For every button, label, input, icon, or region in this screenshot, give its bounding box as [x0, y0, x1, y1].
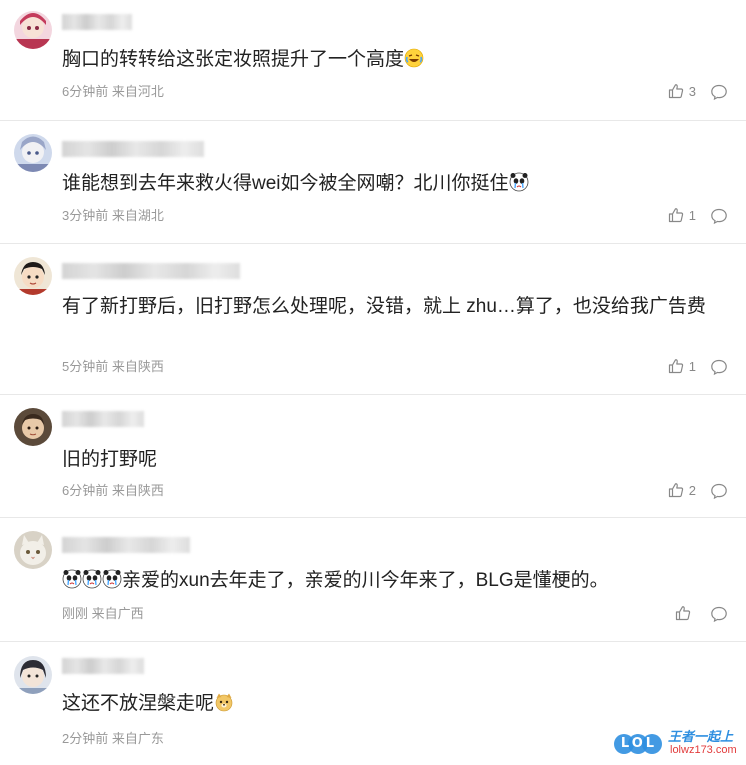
avatar[interactable] [14, 134, 52, 172]
comment-item: 亲爱的xun去年走了，亲爱的川今年来了，BLG是懂梗的。 刚刚 来自广西 [0, 517, 746, 642]
avatar[interactable] [14, 11, 52, 49]
thumbs-up-icon [668, 483, 683, 498]
reply-icon[interactable] [710, 482, 728, 500]
crying-panda-emoji [509, 172, 529, 201]
thumbs-up-icon [675, 606, 691, 621]
thumbs-up-icon [668, 84, 683, 99]
blurred-username [62, 263, 240, 279]
comment-text: 谁能想到去年来救火得wei如今被全网嘲？北川你挺住 [62, 169, 726, 201]
crying-panda-emoji [82, 569, 102, 598]
avatar[interactable] [14, 656, 52, 694]
like-count: 1 [688, 358, 696, 374]
blurred-username [62, 658, 144, 674]
watermark-logo: LOL [620, 736, 658, 751]
blurred-username [62, 14, 132, 30]
like-button[interactable] [675, 605, 696, 621]
watermark-brand: 王者一起上 [668, 729, 734, 744]
comment-meta: 6分钟前 来自陕西 [62, 483, 164, 498]
laughing-tears-emoji [404, 48, 424, 77]
comment-text: 有了新打野后，旧打野怎么处理呢，没错，就上 zhu…算了，也没给我广告费 [62, 296, 706, 317]
comment-text: 亲爱的xun去年走了，亲爱的川今年来了，BLG是懂梗的。 [62, 566, 726, 598]
comment-meta: 3分钟前 来自湖北 [62, 208, 164, 223]
blurred-username [62, 141, 204, 157]
comment-meta: 6分钟前 来自河北 [62, 84, 164, 99]
watermark-site: lolwz173.com [670, 744, 737, 756]
comment-meta: 刚刚 来自广西 [62, 606, 144, 621]
avatar[interactable] [14, 531, 52, 569]
like-count: 1 [688, 207, 696, 223]
like-count: 2 [688, 482, 696, 498]
crying-panda-emoji [102, 569, 122, 598]
comment-text: 旧的打野呢 [62, 449, 158, 470]
reply-icon[interactable] [710, 605, 728, 623]
like-button[interactable]: 3 [668, 83, 696, 99]
thumbs-up-icon [668, 359, 683, 374]
like-button[interactable]: 1 [668, 207, 696, 223]
avatar[interactable] [14, 408, 52, 446]
reply-icon[interactable] [710, 83, 728, 101]
dog-face-emoji [214, 692, 234, 721]
comment-item: 谁能想到去年来救火得wei如今被全网嘲？北川你挺住 3分钟前 来自湖北 1 [0, 120, 746, 244]
comment-text: 胸口的转转给这张定妆照提升了一个高度 [62, 45, 726, 77]
like-button[interactable]: 2 [668, 482, 696, 498]
thumbs-up-icon [668, 208, 683, 223]
comment-item: 旧的打野呢 6分钟前 来自陕西 2 [0, 394, 746, 518]
crying-panda-emoji [62, 569, 82, 598]
reply-icon[interactable] [710, 207, 728, 225]
comment-meta: 5分钟前 来自陕西 [62, 359, 164, 374]
blurred-username [62, 411, 144, 427]
site-watermark: LOL 王者一起上 lolwz173.com [612, 724, 742, 760]
comment-meta: 2分钟前 来自广东 [62, 731, 164, 746]
avatar[interactable] [14, 257, 52, 295]
comment-text: 这还不放涅槃走呢 [62, 689, 726, 721]
like-count: 3 [688, 83, 696, 99]
comment-item: 胸口的转转给这张定妆照提升了一个高度 6分钟前 来自河北 3 [0, 0, 746, 121]
reply-icon[interactable] [710, 358, 728, 376]
comment-item: 有了新打野后，旧打野怎么处理呢，没错，就上 zhu…算了，也没给我广告费 5分钟… [0, 243, 746, 395]
blurred-username [62, 537, 190, 553]
like-button[interactable]: 1 [668, 358, 696, 374]
